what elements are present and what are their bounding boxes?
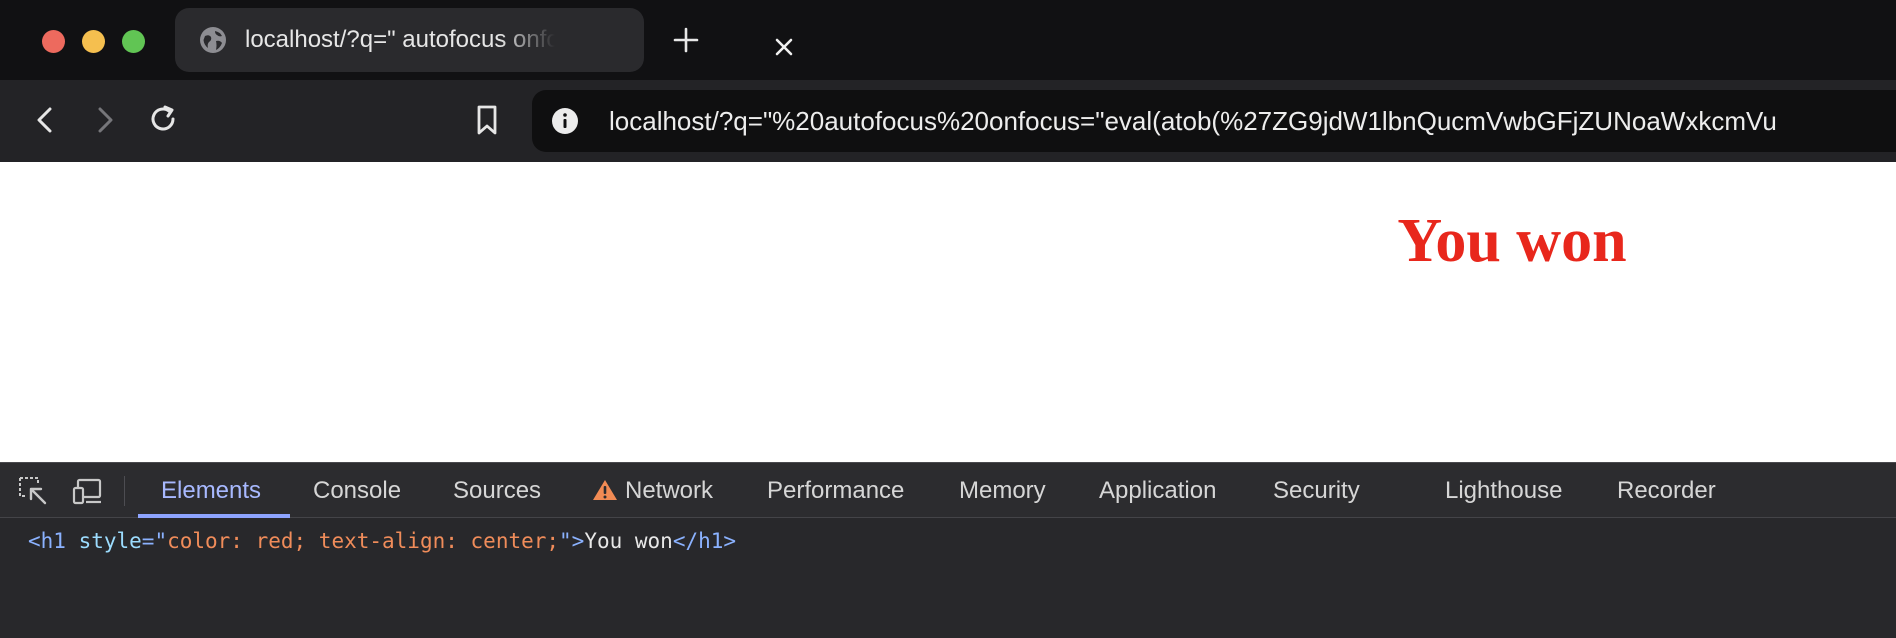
code-attr-name: style bbox=[65, 529, 142, 553]
devtools-tab-bar: Elements Console Sources Network Perform… bbox=[0, 463, 1896, 518]
page-headline: You won bbox=[1397, 207, 1627, 275]
window-minimize-button[interactable] bbox=[82, 30, 105, 53]
browser-toolbar: localhost/?q="%20autofocus%20onfocus="ev… bbox=[0, 80, 1896, 162]
tab-title: localhost/?q=" autofocus onfocus="eval(a… bbox=[245, 26, 555, 53]
devtools-panel: Elements Console Sources Network Perform… bbox=[0, 462, 1896, 638]
browser-tab[interactable]: localhost/?q=" autofocus onfocus="eval(a… bbox=[175, 8, 793, 72]
tab-application[interactable]: Application bbox=[1099, 463, 1216, 518]
inspect-element-icon[interactable] bbox=[17, 475, 49, 507]
tab-network[interactable]: Network bbox=[625, 463, 713, 518]
device-toolbar-icon[interactable] bbox=[72, 475, 104, 507]
warning-icon bbox=[593, 480, 617, 500]
address-url[interactable]: localhost/?q="%20autofocus%20onfocus="ev… bbox=[609, 90, 1777, 152]
tab-lighthouse[interactable]: Lighthouse bbox=[1445, 463, 1562, 518]
tab-sources[interactable]: Sources bbox=[453, 463, 541, 518]
window-maximize-button[interactable] bbox=[122, 30, 145, 53]
tab-console[interactable]: Console bbox=[313, 463, 401, 518]
code-open-tag: <h1 bbox=[28, 529, 66, 553]
tab-recorder[interactable]: Recorder bbox=[1617, 463, 1716, 518]
bookmark-icon[interactable] bbox=[469, 102, 505, 138]
tab-performance[interactable]: Performance bbox=[767, 463, 904, 518]
address-bar[interactable]: localhost/?q="%20autofocus%20onfocus="ev… bbox=[532, 90, 1896, 152]
window-close-button[interactable] bbox=[42, 30, 65, 53]
new-tab-plus-icon[interactable] bbox=[672, 26, 700, 54]
code-close-quote: "> bbox=[559, 529, 585, 553]
info-icon[interactable] bbox=[550, 106, 580, 136]
tab-security[interactable]: Security bbox=[1273, 463, 1360, 518]
tab-elements[interactable]: Elements bbox=[161, 463, 261, 518]
forward-arrow-icon[interactable] bbox=[86, 102, 122, 138]
code-end-tag: </h1> bbox=[672, 529, 737, 553]
back-arrow-icon[interactable] bbox=[28, 102, 64, 138]
toolbar-divider bbox=[124, 476, 125, 506]
code-equals-quote: =" bbox=[141, 529, 168, 553]
tab-strip: localhost/?q=" autofocus onfocus="eval(a… bbox=[0, 0, 1896, 80]
code-attr-value: color: red; text-align: center; bbox=[167, 529, 560, 553]
reload-icon[interactable] bbox=[146, 102, 182, 138]
active-tab-indicator bbox=[138, 514, 290, 518]
globe-icon bbox=[200, 27, 226, 53]
dom-tree-node[interactable]: <h1 style="color: red; text-align: cente… bbox=[28, 529, 736, 554]
tab-memory[interactable]: Memory bbox=[959, 463, 1046, 518]
close-icon[interactable] bbox=[772, 35, 796, 59]
code-text-content: You won bbox=[584, 529, 673, 553]
page-viewport: You won bbox=[0, 162, 1896, 462]
